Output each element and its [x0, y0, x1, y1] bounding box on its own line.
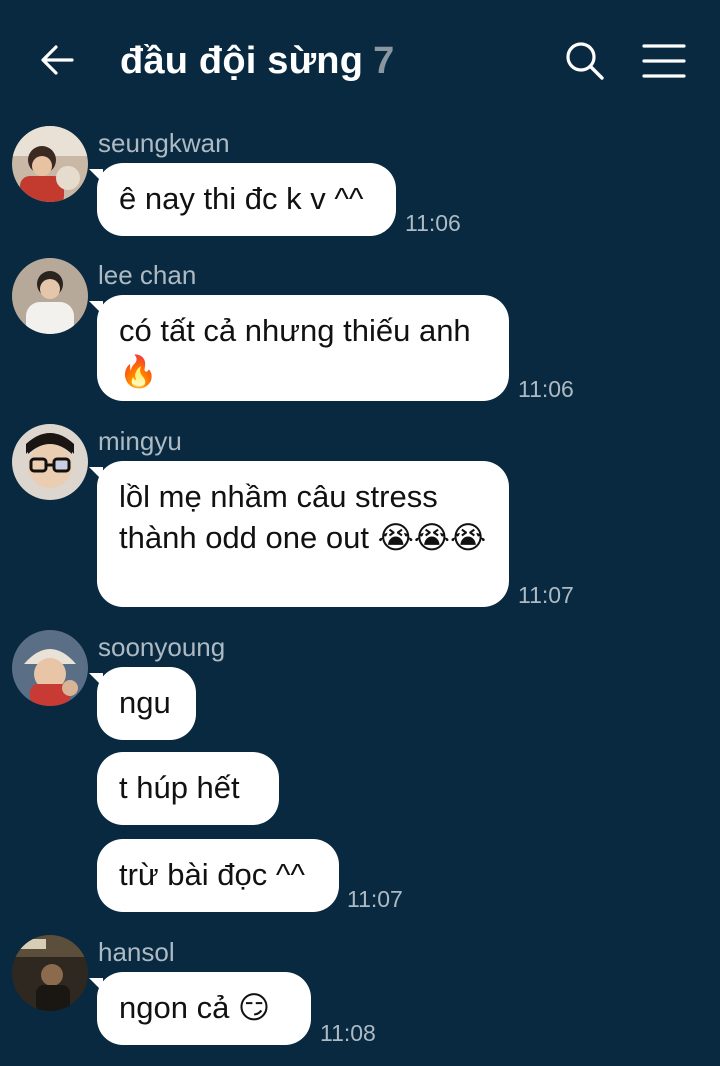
message-text: ngon cả 😏 [119, 990, 271, 1025]
message-time: 11:08 [320, 1020, 376, 1046]
search-button[interactable] [562, 38, 608, 84]
message-text: có tất cả nhưng thiếu anh 🔥 [119, 313, 471, 389]
search-icon [566, 42, 604, 80]
message-bubble[interactable]: trừ bài đọc ^^ [97, 839, 339, 912]
sender-name: seungkwan [98, 128, 230, 158]
menu-button[interactable] [640, 40, 688, 82]
sender-name: soonyoung [98, 632, 226, 662]
avatar[interactable] [12, 935, 88, 1011]
avatar[interactable] [12, 630, 88, 706]
message-time: 11:06 [405, 210, 461, 236]
message-text: t húp hết [119, 770, 240, 805]
member-count: 7 [373, 39, 395, 82]
avatar[interactable] [12, 126, 88, 202]
message-text: ê nay thi đc k v ^^ [119, 181, 364, 216]
message-bubble[interactable]: có tất cả nhưng thiếu anh 🔥 [89, 295, 509, 401]
message-text: lồl mẹ nhầm câu stress thành odd one out… [119, 479, 487, 555]
avatar[interactable] [12, 424, 88, 500]
message-bubble[interactable]: ê nay thi đc k v ^^ [89, 163, 396, 236]
message-time: 11:06 [518, 376, 574, 402]
sender-name: mingyu [98, 426, 182, 456]
message-bubble[interactable]: ngon cả 😏 [89, 972, 311, 1045]
message-text: ngu [119, 685, 171, 720]
hamburger-menu-icon [642, 44, 686, 78]
message-text: trừ bài đọc ^^ [119, 857, 305, 892]
back-button[interactable] [36, 38, 80, 82]
arrow-left-icon [41, 45, 74, 75]
sender-name: lee chan [98, 260, 197, 290]
group-name: đầu đội sừng [120, 39, 364, 82]
message-bubble[interactable]: t húp hết [97, 752, 279, 825]
message-time: 11:07 [347, 886, 403, 912]
message-bubble[interactable]: lồl mẹ nhầm câu stress thành odd one out… [89, 461, 509, 607]
chat-header: đầu đội sừng 7 [0, 0, 720, 120]
sender-name: hansol [98, 937, 175, 967]
message-time: 11:07 [518, 582, 574, 608]
chat-title-area[interactable]: đầu đội sừng 7 [120, 38, 394, 84]
message-bubble[interactable]: ngu [89, 667, 196, 740]
avatar[interactable] [12, 258, 88, 334]
